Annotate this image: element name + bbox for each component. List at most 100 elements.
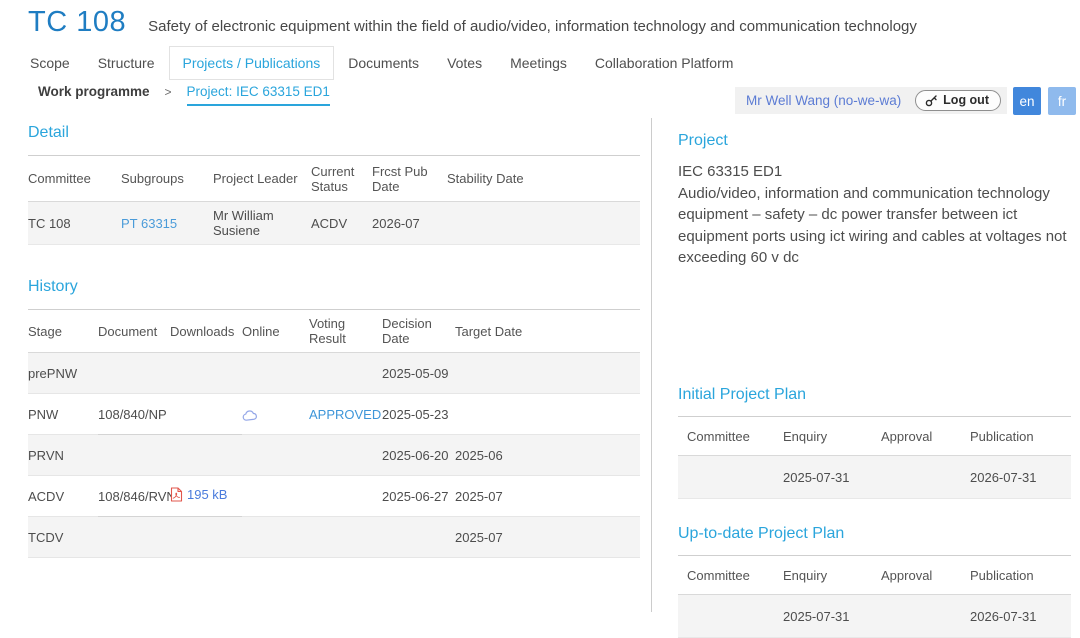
plan-enquiry: 2025-07-31 xyxy=(783,456,881,499)
breadcrumb-separator: > xyxy=(165,85,172,99)
decision-date-cell: 2025-06-20 xyxy=(382,435,455,476)
pdf-icon xyxy=(170,487,183,502)
plan-col-committee: Committee xyxy=(678,556,783,595)
download-size-link[interactable]: 195 kB xyxy=(187,487,227,502)
stage-cell: PRVN xyxy=(28,435,98,476)
history-col-voting-result: Voting Result xyxy=(309,310,382,353)
history-col-online: Online xyxy=(242,310,309,353)
tab-bar: Scope Structure Projects / Publications … xyxy=(16,46,747,80)
history-table: Stage Document Downloads Online Voting R… xyxy=(28,309,640,558)
tab-collaboration-platform[interactable]: Collaboration Platform xyxy=(581,46,748,80)
detail-frcst-pub-date: 2026-07 xyxy=(372,202,447,245)
target-date-cell xyxy=(455,394,640,435)
online-cell xyxy=(242,394,309,435)
initial-plan-table: Committee Enquiry Approval Publication 2… xyxy=(678,416,1071,499)
history-col-target-date: Target Date xyxy=(455,310,640,353)
history-col-decision-date: Decision Date xyxy=(382,310,455,353)
decision-date-cell xyxy=(382,517,455,558)
history-row-prvn: PRVN 2025-06-20 2025-06 xyxy=(28,435,640,476)
detail-col-stability-date: Stability Date xyxy=(447,156,640,202)
plan-publication: 2026-07-31 xyxy=(970,456,1071,499)
tab-projects-publications[interactable]: Projects / Publications xyxy=(169,46,335,80)
target-date-cell xyxy=(455,353,640,394)
tab-structure[interactable]: Structure xyxy=(84,46,169,80)
uptodate-plan-row: 2025-07-31 2026-07-31 xyxy=(678,595,1071,638)
tab-documents[interactable]: Documents xyxy=(334,46,433,80)
logout-button[interactable]: Log out xyxy=(915,90,1001,111)
stage-cell: ACDV xyxy=(28,476,98,517)
detail-col-frcst-pub-date: Frcst Pub Date xyxy=(372,156,447,202)
detail-project-leader: Mr William Susiene xyxy=(213,202,311,245)
detail-row: TC 108 PT 63315 Mr William Susiene ACDV … xyxy=(28,202,640,245)
plan-approval xyxy=(881,456,970,499)
history-row-tcdv: TCDV 2025-07 xyxy=(28,517,640,558)
breadcrumb-work-programme[interactable]: Work programme xyxy=(38,84,150,99)
target-date-cell: 2025-07 xyxy=(455,517,640,558)
project-description: Audio/video, information and communicati… xyxy=(678,183,1076,268)
language-fr-button[interactable]: fr xyxy=(1048,87,1076,115)
plan-publication: 2026-07-31 xyxy=(970,595,1071,638)
plan-col-approval: Approval xyxy=(881,556,970,595)
user-bar: Mr Well Wang (no-we-wa) Log out xyxy=(735,87,1007,114)
detail-stability-date xyxy=(447,202,640,245)
plan-col-enquiry: Enquiry xyxy=(783,417,881,456)
plan-col-publication: Publication xyxy=(970,417,1071,456)
decision-date-cell: 2025-05-09 xyxy=(382,353,455,394)
history-heading: History xyxy=(28,278,640,296)
history-col-document: Document xyxy=(98,310,170,353)
detail-col-project-leader: Project Leader xyxy=(213,156,311,202)
detail-col-subgroups: Subgroups xyxy=(121,156,213,202)
plan-enquiry: 2025-07-31 xyxy=(783,595,881,638)
detail-current-status: ACDV xyxy=(311,202,372,245)
stage-cell: TCDV xyxy=(28,517,98,558)
document-cell: 108/846/RVN xyxy=(98,476,170,517)
tab-votes[interactable]: Votes xyxy=(433,46,496,80)
detail-header-row: Committee Subgroups Project Leader Curre… xyxy=(28,156,640,202)
target-date-cell: 2025-06 xyxy=(455,435,640,476)
detail-col-committee: Committee xyxy=(28,156,121,202)
document-cell: 108/840/NP xyxy=(98,394,170,435)
committee-subtitle: Safety of electronic equipment within th… xyxy=(148,18,917,35)
tab-scope[interactable]: Scope xyxy=(16,46,84,80)
language-en-button[interactable]: en xyxy=(1013,87,1041,115)
downloads-cell: 195 kB xyxy=(170,476,242,517)
plan-committee xyxy=(678,456,783,499)
history-row-acdv: ACDV 108/846/RVN 195 kB 20 xyxy=(28,476,640,517)
breadcrumb-current-project[interactable]: Project: IEC 63315 ED1 xyxy=(187,84,330,106)
decision-date-cell: 2025-05-23 xyxy=(382,394,455,435)
target-date-cell: 2025-07 xyxy=(455,476,640,517)
history-col-stage: Stage xyxy=(28,310,98,353)
tab-meetings[interactable]: Meetings xyxy=(496,46,581,80)
stage-cell: PNW xyxy=(28,394,98,435)
breadcrumb: Work programme > Project: IEC 63315 ED1 xyxy=(38,84,330,106)
committee-title: TC 108 xyxy=(28,6,126,39)
detail-heading: Detail xyxy=(28,124,640,142)
initial-plan-heading: Initial Project Plan xyxy=(678,386,1070,404)
left-column: Detail Committee Subgroups Project Leade… xyxy=(28,124,640,558)
stage-cell: prePNW xyxy=(28,353,98,394)
plan-col-approval: Approval xyxy=(881,417,970,456)
decision-date-cell: 2025-06-27 xyxy=(382,476,455,517)
detail-col-current-status: Current Status xyxy=(311,156,372,202)
detail-table: Committee Subgroups Project Leader Curre… xyxy=(28,155,640,245)
initial-plan-row: 2025-07-31 2026-07-31 xyxy=(678,456,1071,499)
uptodate-plan-header-row: Committee Enquiry Approval Publication xyxy=(678,556,1071,595)
detail-committee: TC 108 xyxy=(28,202,121,245)
project-id: IEC 63315 ED1 xyxy=(678,163,1070,180)
plan-col-publication: Publication xyxy=(970,556,1071,595)
plan-col-committee: Committee xyxy=(678,417,783,456)
subgroup-link[interactable]: PT 63315 xyxy=(121,216,177,231)
user-name-link[interactable]: Mr Well Wang (no-we-wa) xyxy=(746,93,901,108)
downloads-cell xyxy=(170,394,242,435)
plan-approval xyxy=(881,595,970,638)
initial-plan-header-row: Committee Enquiry Approval Publication xyxy=(678,417,1071,456)
key-icon xyxy=(925,94,938,107)
history-col-downloads: Downloads xyxy=(170,310,242,353)
voting-result-link[interactable]: APPROVED xyxy=(309,407,381,422)
right-column: Project IEC 63315 ED1 Audio/video, infor… xyxy=(651,118,1080,612)
plan-col-enquiry: Enquiry xyxy=(783,556,881,595)
project-heading: Project xyxy=(678,132,1070,150)
logout-label: Log out xyxy=(943,93,989,107)
cloud-icon[interactable] xyxy=(242,409,259,422)
plan-committee xyxy=(678,595,783,638)
